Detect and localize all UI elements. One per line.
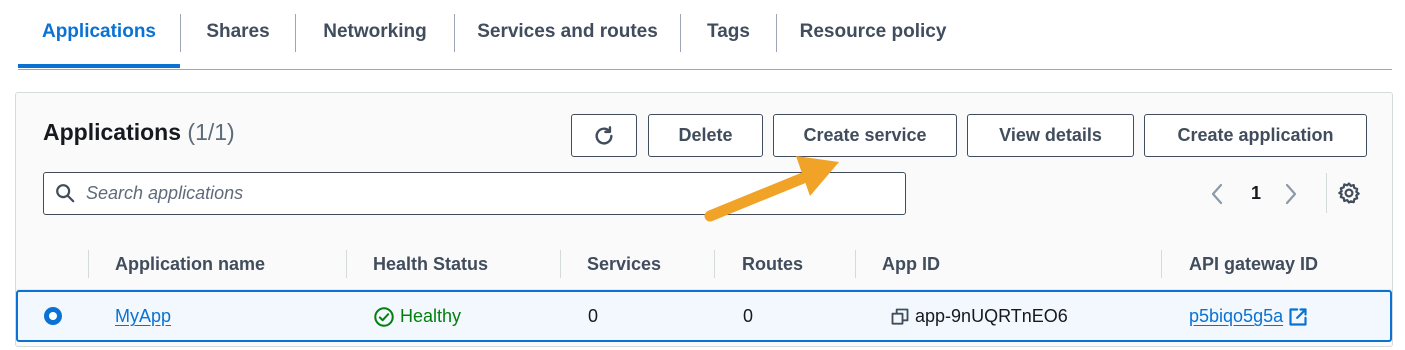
panel-title-text: Applications	[43, 119, 182, 145]
api-gateway-id-cell: p5biqo5g5a	[1189, 292, 1308, 340]
create-application-button[interactable]: Create application	[1144, 114, 1367, 157]
column-header-application-name[interactable]: Application name	[115, 238, 265, 290]
column-divider	[855, 250, 856, 278]
table-header: Application name Health Status Services …	[16, 238, 1392, 290]
next-page-icon[interactable]	[1284, 183, 1298, 210]
health-status-text: Healthy	[400, 306, 462, 326]
column-divider	[714, 250, 715, 278]
previous-page-icon[interactable]	[1210, 183, 1224, 210]
column-header-routes[interactable]: Routes	[742, 238, 803, 290]
check-circle-icon	[373, 306, 400, 327]
column-divider	[346, 250, 347, 278]
column-divider	[560, 250, 561, 278]
tab-applications[interactable]: Applications	[18, 0, 180, 68]
tab-resource-policy[interactable]: Resource policy	[777, 0, 969, 68]
external-link-icon[interactable]	[1288, 306, 1308, 326]
refresh-icon	[593, 125, 615, 145]
column-header-api-gateway-id[interactable]: API gateway ID	[1189, 238, 1318, 290]
tab-networking[interactable]: Networking	[296, 0, 454, 68]
services-count: 0	[588, 306, 599, 326]
health-status: Healthy	[373, 292, 461, 340]
application-name-link[interactable]: MyApp	[115, 292, 171, 340]
tab-shares[interactable]: Shares	[181, 0, 295, 68]
app-id-cell: app-9nUQRTnEO6	[890, 292, 1068, 340]
column-header-services[interactable]: Services	[587, 238, 661, 290]
routes-count: 0	[743, 306, 754, 326]
table-row[interactable]: MyApp Healthy 0 0 app-9nUQRTnEO6 p5biqo5…	[16, 290, 1392, 342]
current-page-number[interactable]: 1	[1251, 183, 1261, 204]
active-tab-indicator	[18, 64, 180, 68]
app-id-text: app-9nUQRTnEO6	[915, 306, 1068, 326]
page-title: Applications (1/1)	[43, 119, 235, 146]
api-gateway-id-link[interactable]: p5biqo5g5a	[1189, 306, 1283, 326]
gear-icon[interactable]	[1337, 181, 1361, 210]
column-divider	[88, 250, 89, 278]
tab-services-and-routes[interactable]: Services and routes	[455, 0, 680, 68]
column-header-app-id[interactable]: App ID	[882, 238, 940, 290]
column-header-health-status[interactable]: Health Status	[373, 238, 488, 290]
pager-divider	[1326, 173, 1327, 213]
app-root: Applications Shares Networking Services …	[0, 0, 1405, 350]
annotation-arrow-icon	[704, 156, 839, 222]
refresh-button[interactable]	[571, 114, 637, 157]
view-details-button[interactable]: View details	[967, 114, 1134, 157]
search-icon	[54, 182, 76, 209]
item-count: (1/1)	[187, 119, 235, 145]
column-divider	[1161, 250, 1162, 278]
tab-tags[interactable]: Tags	[681, 0, 776, 68]
row-select-radio[interactable]	[44, 307, 62, 325]
tab-bar: Applications Shares Networking Services …	[18, 0, 1392, 70]
copy-icon[interactable]	[890, 306, 915, 326]
